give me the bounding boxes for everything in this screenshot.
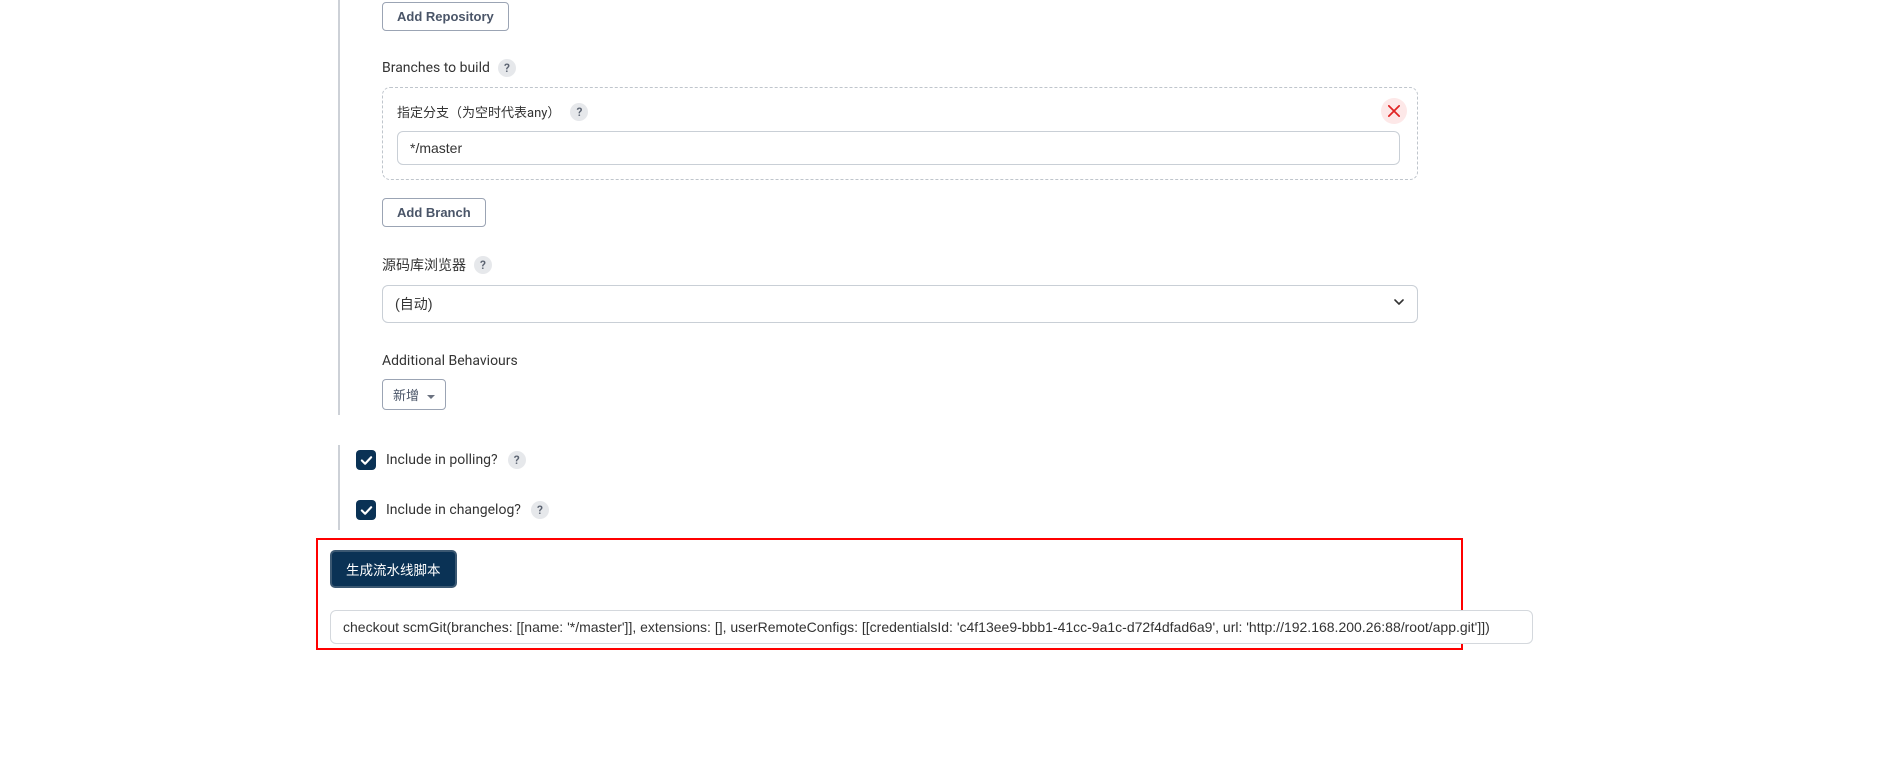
section-divider-line xyxy=(338,0,340,415)
additional-behaviours-label: Additional Behaviours xyxy=(382,353,1889,369)
add-repository-button[interactable]: Add Repository xyxy=(382,2,509,31)
branches-to-build-text: Branches to build xyxy=(382,60,490,76)
highlighted-output-area: 生成流水线脚本 xyxy=(316,538,1463,650)
section-divider-line-2 xyxy=(338,445,340,530)
help-icon[interactable]: ? xyxy=(474,256,492,274)
check-icon xyxy=(360,504,373,517)
additional-behaviours-text: Additional Behaviours xyxy=(382,353,518,369)
include-polling-label: Include in polling? xyxy=(386,452,498,468)
check-icon xyxy=(360,454,373,467)
include-changelog-row: Include in changelog? ? xyxy=(356,500,1889,520)
branch-entry-box: 指定分支（为空时代表any） ? xyxy=(382,87,1418,180)
help-icon[interactable]: ? xyxy=(498,59,516,77)
source-browser-select-wrap: (自动) xyxy=(382,285,1418,323)
branch-specifier-text: 指定分支（为空时代表any） xyxy=(397,102,560,121)
help-icon[interactable]: ? xyxy=(508,451,526,469)
source-browser-label: 源码库浏览器 ? xyxy=(382,255,1889,275)
pipeline-script-output[interactable] xyxy=(330,610,1533,644)
branches-to-build-label: Branches to build ? xyxy=(382,59,1889,77)
include-polling-row: Include in polling? ? xyxy=(356,450,1889,470)
help-icon[interactable]: ? xyxy=(570,103,588,121)
delete-branch-button[interactable] xyxy=(1381,98,1407,124)
new-add-label: 新增 xyxy=(393,388,419,403)
branch-specifier-input[interactable] xyxy=(397,131,1400,165)
include-polling-checkbox[interactable] xyxy=(356,450,376,470)
branch-specifier-label: 指定分支（为空时代表any） ? xyxy=(397,102,1403,121)
caret-down-icon xyxy=(427,395,435,399)
generate-pipeline-script-button[interactable]: 生成流水线脚本 xyxy=(330,550,457,588)
source-browser-select[interactable]: (自动) xyxy=(382,285,1418,323)
close-icon xyxy=(1388,105,1400,117)
include-changelog-checkbox[interactable] xyxy=(356,500,376,520)
source-browser-text: 源码库浏览器 xyxy=(382,255,466,275)
include-changelog-label: Include in changelog? xyxy=(386,502,521,518)
new-add-button[interactable]: 新增 xyxy=(382,379,446,410)
add-branch-button[interactable]: Add Branch xyxy=(382,198,486,227)
help-icon[interactable]: ? xyxy=(531,501,549,519)
